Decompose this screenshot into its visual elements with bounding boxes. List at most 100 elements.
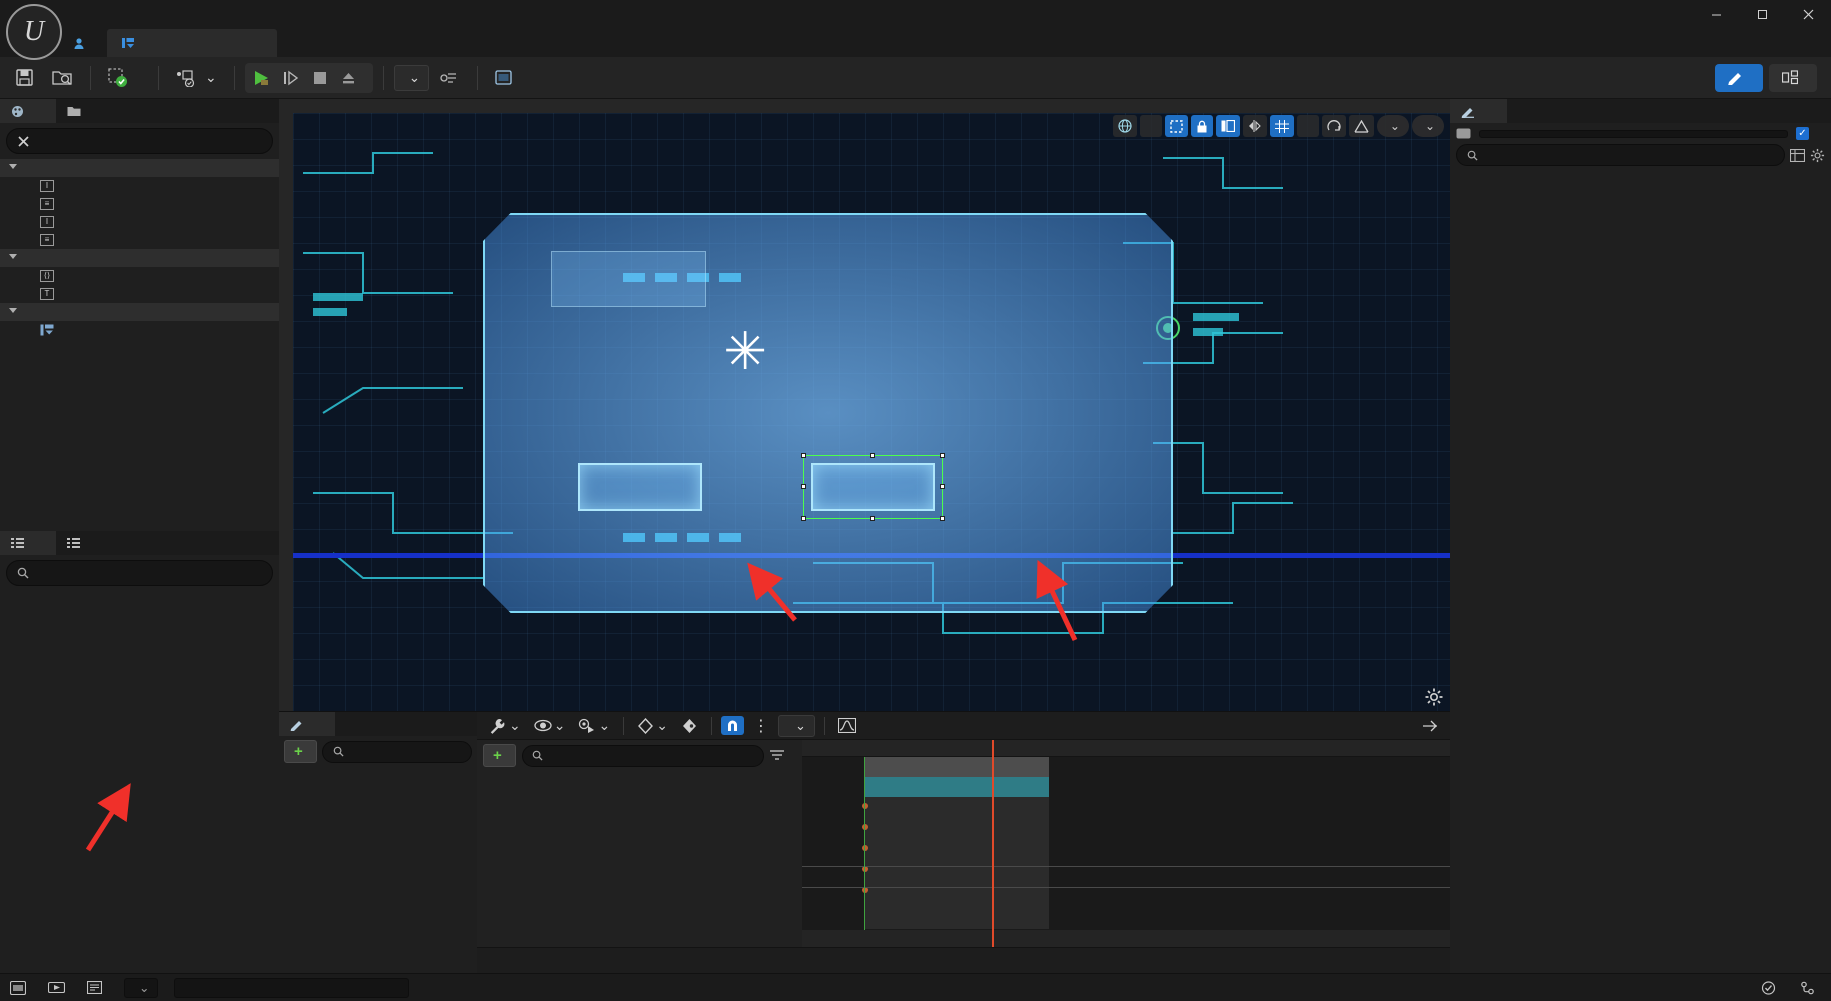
- lock-icon[interactable]: [1190, 115, 1213, 137]
- is-variable-checkbox[interactable]: ✓: [1796, 127, 1809, 140]
- palette-item-text[interactable]: T: [0, 285, 279, 303]
- menu-edit[interactable]: [90, 10, 112, 20]
- layout-icon[interactable]: [1215, 115, 1240, 137]
- mirror-icon[interactable]: [1242, 115, 1267, 137]
- animation-search-input[interactable]: [350, 744, 461, 759]
- resize-handle-bl[interactable]: [801, 516, 806, 521]
- resize-handle-tr[interactable]: [940, 453, 945, 458]
- actions-icon[interactable]: ⌄: [574, 715, 614, 736]
- tab-animations[interactable]: [279, 712, 335, 736]
- sequencer-expand-icon[interactable]: [1418, 717, 1442, 735]
- details-search-input[interactable]: [1485, 147, 1774, 163]
- hierarchy-search[interactable]: [6, 560, 273, 586]
- palette-item-editable-text-multiline[interactable]: ≡: [0, 195, 279, 213]
- designer-viewport[interactable]: ✳ ⌄ ⌄: [279, 99, 1450, 711]
- curve-editor-icon[interactable]: [834, 716, 860, 735]
- tab-bound-widgets[interactable]: [56, 531, 97, 555]
- add-track-button[interactable]: +: [483, 744, 516, 767]
- fps-combo[interactable]: ⌄: [777, 714, 815, 737]
- revision-control-indicator[interactable]: [1800, 981, 1821, 995]
- maximize-button[interactable]: [1739, 0, 1785, 29]
- menu-file[interactable]: [66, 10, 88, 20]
- resize-handle-r[interactable]: [940, 484, 945, 489]
- hierarchy-search-input[interactable]: [36, 565, 262, 581]
- eye-icon[interactable]: ⌄: [530, 715, 570, 736]
- details-layout-icon[interactable]: [1790, 148, 1805, 162]
- timeline-area[interactable]: [802, 740, 1450, 947]
- compile-button[interactable]: [101, 63, 140, 93]
- eject-button[interactable]: [336, 65, 362, 91]
- resize-handle-t[interactable]: [870, 453, 875, 458]
- widget-name-field[interactable]: [1479, 129, 1788, 138]
- details-search[interactable]: [1456, 144, 1785, 166]
- keyframe[interactable]: [862, 824, 868, 830]
- palette-item-textbox[interactable]: I: [0, 213, 279, 231]
- console-command-combo[interactable]: ⌄: [124, 977, 159, 998]
- palette-item-textbox-multiline[interactable]: ≡: [0, 231, 279, 249]
- globe-icon[interactable]: [1112, 115, 1137, 137]
- clear-search-icon[interactable]: [17, 135, 30, 148]
- all-saved-indicator[interactable]: [1761, 980, 1782, 995]
- tab-bp-mianui[interactable]: [107, 29, 277, 57]
- timeline-footer-ruler[interactable]: [802, 930, 1450, 947]
- keyframe[interactable]: [862, 845, 868, 851]
- resize-handle-br[interactable]: [940, 516, 945, 521]
- resize-handle-b[interactable]: [870, 516, 875, 521]
- close-window-button[interactable]: [1785, 0, 1831, 29]
- section-band-header[interactable]: [864, 757, 1049, 777]
- keyframe[interactable]: [862, 803, 868, 809]
- grid-snap-icon[interactable]: [1269, 115, 1294, 137]
- tab-hierarchy[interactable]: [0, 531, 56, 555]
- timeline-body[interactable]: [802, 757, 1450, 930]
- snap-rotation-icon[interactable]: [1321, 115, 1346, 137]
- localization-none-label[interactable]: [1139, 115, 1162, 137]
- menu-asset[interactable]: [114, 10, 136, 20]
- menu-tools[interactable]: [210, 10, 232, 20]
- palette-search-input[interactable]: [37, 133, 262, 149]
- save-button[interactable]: [8, 63, 41, 93]
- tab-details[interactable]: [1450, 99, 1507, 123]
- diff-button[interactable]: ⌄: [169, 63, 224, 93]
- wrench-icon[interactable]: ⌄: [485, 715, 525, 736]
- weather-sub-panel[interactable]: [551, 251, 706, 307]
- palette-group-user-created[interactable]: [0, 303, 279, 321]
- start-simulation-button[interactable]: [578, 463, 702, 511]
- sequencer-options-icon[interactable]: ⋮: [749, 714, 773, 738]
- resize-handle-tl[interactable]: [801, 453, 806, 458]
- timeline-ruler[interactable]: [802, 740, 1450, 757]
- fill-screen-combo[interactable]: ⌄: [1411, 115, 1444, 137]
- palette-search[interactable]: [6, 128, 273, 154]
- screen-size-combo[interactable]: ⌄: [1376, 115, 1409, 137]
- key-diamond-icon[interactable]: ⌄: [633, 715, 672, 736]
- playhead[interactable]: [992, 740, 994, 947]
- status-animation-button[interactable]: [48, 981, 71, 994]
- tab-library[interactable]: [56, 99, 98, 123]
- output-log-button[interactable]: [87, 981, 108, 994]
- details-settings-icon[interactable]: [1810, 148, 1825, 163]
- tab-palette[interactable]: [0, 99, 56, 123]
- track-search[interactable]: [521, 744, 764, 767]
- section-band[interactable]: [864, 777, 1049, 797]
- menu-help[interactable]: [234, 10, 256, 20]
- designer-mode-button[interactable]: [1715, 63, 1763, 92]
- menu-window[interactable]: [186, 10, 208, 20]
- key-filled-icon[interactable]: [677, 716, 702, 736]
- add-animation-button[interactable]: +: [284, 740, 317, 763]
- menu-view[interactable]: [138, 10, 160, 20]
- step-button[interactable]: [278, 65, 304, 91]
- section-body[interactable]: [864, 797, 1049, 929]
- menu-debug[interactable]: [162, 10, 184, 20]
- palette-group-common[interactable]: [0, 249, 279, 267]
- palette-item-rich-text-block[interactable]: ⟨⟩: [0, 267, 279, 285]
- play-button[interactable]: [249, 65, 275, 91]
- grid-size-value[interactable]: [1296, 115, 1319, 137]
- scale-snap-icon[interactable]: [1348, 115, 1374, 137]
- minimize-button[interactable]: [1693, 0, 1739, 29]
- snap-magnet-icon[interactable]: [720, 716, 744, 735]
- settings-gear-icon[interactable]: [1424, 687, 1444, 707]
- browse-button[interactable]: [45, 63, 80, 93]
- debug-object-combo[interactable]: ⌄: [393, 64, 430, 91]
- console-command-input[interactable]: [174, 977, 410, 998]
- palette-item-editable-text[interactable]: I: [0, 177, 279, 195]
- widget-canvas[interactable]: ✳: [293, 113, 1450, 711]
